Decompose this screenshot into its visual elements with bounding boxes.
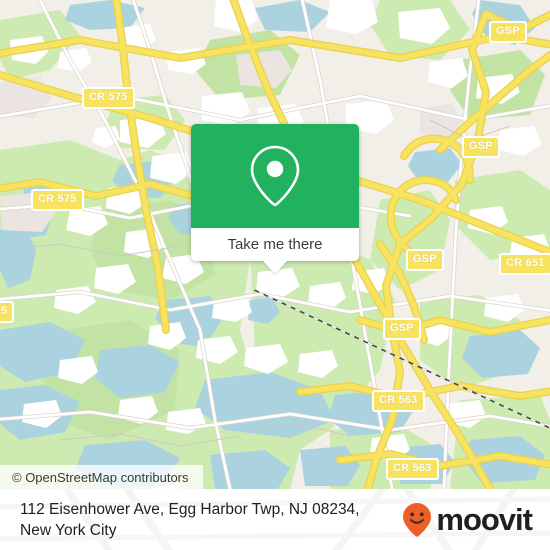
road-shield-cr651: CR 651 bbox=[499, 253, 550, 275]
location-popup-card[interactable]: Take me there bbox=[191, 124, 359, 274]
moovit-pin-icon bbox=[403, 502, 432, 537]
map-screenshot: .park { fill:#cdebb0; } .wood { fill:#c3… bbox=[0, 0, 550, 550]
footer-bar: 112 Eisenhower Ave, Egg Harbor Twp, NJ 0… bbox=[0, 489, 550, 550]
road-shield-gsp-2: GSP bbox=[462, 136, 500, 158]
take-me-there-button[interactable]: Take me there bbox=[191, 228, 359, 274]
address-block: 112 Eisenhower Ave, Egg Harbor Twp, NJ 0… bbox=[20, 499, 360, 541]
address-line-2: New York City bbox=[20, 521, 117, 539]
road-shield-gsp-4: GSP bbox=[383, 318, 421, 340]
take-me-there-label: Take me there bbox=[227, 236, 323, 253]
road-shield-cr575-1: CR 575 bbox=[82, 87, 135, 109]
map-attribution[interactable]: © OpenStreetMap contributors bbox=[0, 465, 203, 489]
attribution-text: © OpenStreetMap contributors bbox=[12, 469, 189, 485]
road-shield-gsp-3: GSP bbox=[406, 249, 444, 271]
moovit-logo: moovit bbox=[402, 502, 533, 538]
road-shield-partial: 5 bbox=[0, 301, 15, 323]
road-shield-gsp-1: GSP bbox=[489, 21, 527, 43]
moovit-wordmark: moovit bbox=[436, 502, 533, 537]
address-line-1: 112 Eisenhower Ave, Egg Harbor Twp, NJ 0… bbox=[20, 500, 360, 518]
popup-pointer-tail bbox=[262, 260, 288, 274]
road-shield-cr563-1: CR 563 bbox=[372, 390, 425, 412]
map-canvas[interactable]: .park { fill:#cdebb0; } .wood { fill:#c3… bbox=[0, 0, 550, 489]
road-shield-cr575-2: CR 575 bbox=[31, 189, 84, 211]
popup-header bbox=[191, 124, 359, 228]
road-shield-cr563-2: CR 563 bbox=[386, 458, 439, 480]
location-pin-icon bbox=[250, 145, 300, 207]
